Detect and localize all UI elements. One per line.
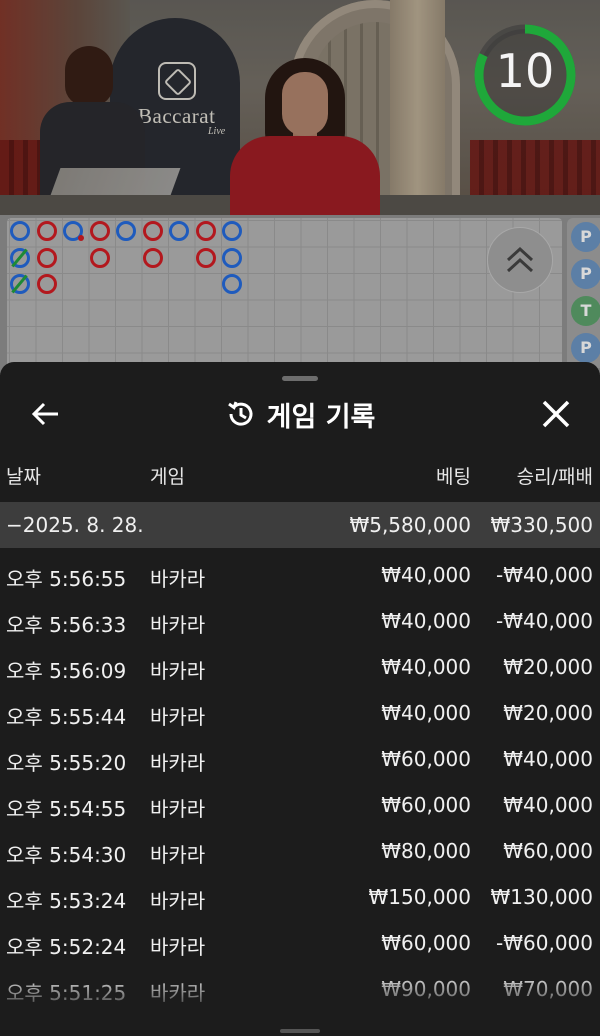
sheet-grabber[interactable]	[282, 376, 318, 381]
row-game: 바카라	[150, 935, 206, 959]
pair-dot	[78, 235, 84, 241]
row-bet: ₩150,000	[368, 885, 471, 909]
row-bet: ₩40,000	[381, 609, 471, 633]
player-bead	[222, 274, 242, 294]
close-button[interactable]	[534, 392, 578, 436]
history-row[interactable]: 오후 5:56:09 바카라 ₩40,000 ₩20,000	[0, 644, 600, 690]
side-road-dot: P	[571, 333, 600, 363]
banker-bead	[36, 221, 57, 241]
arrow-left-icon	[31, 402, 58, 426]
row-game: 바카라	[150, 567, 206, 591]
chevron-up-icon	[506, 246, 534, 273]
row-time: 오후 5:55:44	[6, 705, 127, 729]
banker-bead	[142, 221, 163, 241]
history-row[interactable]: 오후 5:53:24 바카라 ₩150,000 ₩130,000	[0, 874, 600, 920]
history-row[interactable]: 오후 5:56:55 바카라 ₩40,000 -₩40,000	[0, 552, 600, 598]
history-row[interactable]: 오후 5:54:30 바카라 ₩80,000 ₩60,000	[0, 828, 600, 874]
row-bet: ₩60,000	[381, 931, 471, 955]
row-time: 오후 5:55:20	[6, 751, 127, 775]
row-result: ₩40,000	[503, 747, 593, 771]
close-icon	[542, 400, 570, 428]
row-time: 오후 5:52:24	[6, 935, 127, 959]
row-bet: ₩60,000	[381, 793, 471, 817]
row-time: 오후 5:54:30	[6, 843, 127, 867]
summary-bet: ₩5,580,000	[349, 513, 471, 537]
banker-bead	[195, 221, 216, 241]
collapse-roadmap-button[interactable]	[487, 227, 553, 293]
row-game: 바카라	[150, 751, 206, 775]
side-road-dot: P	[571, 259, 600, 289]
side-road-dot: P	[571, 222, 600, 252]
player-bead	[10, 221, 30, 241]
row-bet: ₩40,000	[381, 655, 471, 679]
row-game: 바카라	[150, 705, 206, 729]
row-game: 바카라	[150, 797, 206, 821]
game-history-sheet: 게임 기록 날짜 게임 베팅 승리/패배 −2025. 8. 28. ₩5,58…	[0, 362, 600, 1036]
history-row[interactable]: 오후 5:52:24 바카라 ₩60,000 -₩60,000	[0, 920, 600, 966]
bead-road	[7, 218, 562, 368]
row-result: -₩40,000	[496, 609, 593, 633]
col-result: 승리/패배	[516, 466, 593, 488]
date-summary-row[interactable]: −2025. 8. 28. ₩5,580,000 ₩330,500	[0, 502, 600, 548]
row-game: 바카라	[150, 889, 206, 913]
countdown-timer: 10	[495, 44, 555, 98]
sheet-header: 게임 기록	[150, 392, 450, 436]
row-bet: ₩80,000	[381, 839, 471, 863]
banker-bead	[142, 247, 163, 268]
row-time: 오후 5:56:33	[6, 613, 127, 637]
back-button[interactable]	[24, 392, 68, 436]
col-date: 날짜	[6, 466, 41, 488]
col-bet: 베팅	[436, 466, 471, 488]
summary-date: −2025. 8. 28.	[6, 513, 144, 537]
row-bet: ₩60,000	[381, 747, 471, 771]
row-result: ₩60,000	[503, 839, 593, 863]
history-row[interactable]: 오후 5:56:33 바카라 ₩40,000 -₩40,000	[0, 598, 600, 644]
row-time: 오후 5:54:55	[6, 797, 127, 821]
row-result: ₩40,000	[503, 793, 593, 817]
row-time: 오후 5:56:55	[6, 567, 127, 591]
summary-result: ₩330,500	[490, 513, 593, 537]
table-header: 날짜 게임 베팅 승리/패배	[0, 462, 600, 492]
row-result: -₩40,000	[496, 563, 593, 587]
banker-bead	[195, 247, 216, 268]
row-bet: ₩40,000	[381, 563, 471, 587]
player-bead	[169, 221, 189, 241]
row-result: ₩20,000	[503, 655, 593, 679]
row-game: 바카라	[150, 613, 206, 637]
side-road-dot: T	[571, 296, 600, 326]
banker-bead	[36, 274, 57, 294]
row-result: ₩20,000	[503, 701, 593, 725]
row-time: 오후 5:56:09	[6, 659, 127, 683]
home-indicator	[280, 1029, 320, 1033]
history-row[interactable]: 오후 5:54:55 바카라 ₩60,000 ₩40,000	[0, 782, 600, 828]
history-icon	[227, 401, 253, 426]
history-row[interactable]: 오후 5:55:44 바카라 ₩40,000 ₩20,000	[0, 690, 600, 736]
banker-bead	[89, 247, 110, 268]
player-bead	[116, 221, 136, 241]
player-bead	[222, 247, 242, 268]
history-row[interactable]: 오후 5:55:20 바카라 ₩60,000 ₩40,000	[0, 736, 600, 782]
row-game: 바카라	[150, 659, 206, 683]
banker-bead	[36, 247, 57, 268]
row-game: 바카라	[150, 843, 206, 867]
row-result: ₩130,000	[490, 885, 593, 909]
sheet-title: 게임 기록	[266, 401, 376, 433]
row-result: -₩60,000	[496, 931, 593, 955]
col-game: 게임	[150, 466, 185, 488]
player-bead	[222, 221, 242, 241]
banker-bead	[89, 221, 110, 241]
row-time: 오후 5:53:24	[6, 889, 127, 913]
row-bet: ₩40,000	[381, 701, 471, 725]
